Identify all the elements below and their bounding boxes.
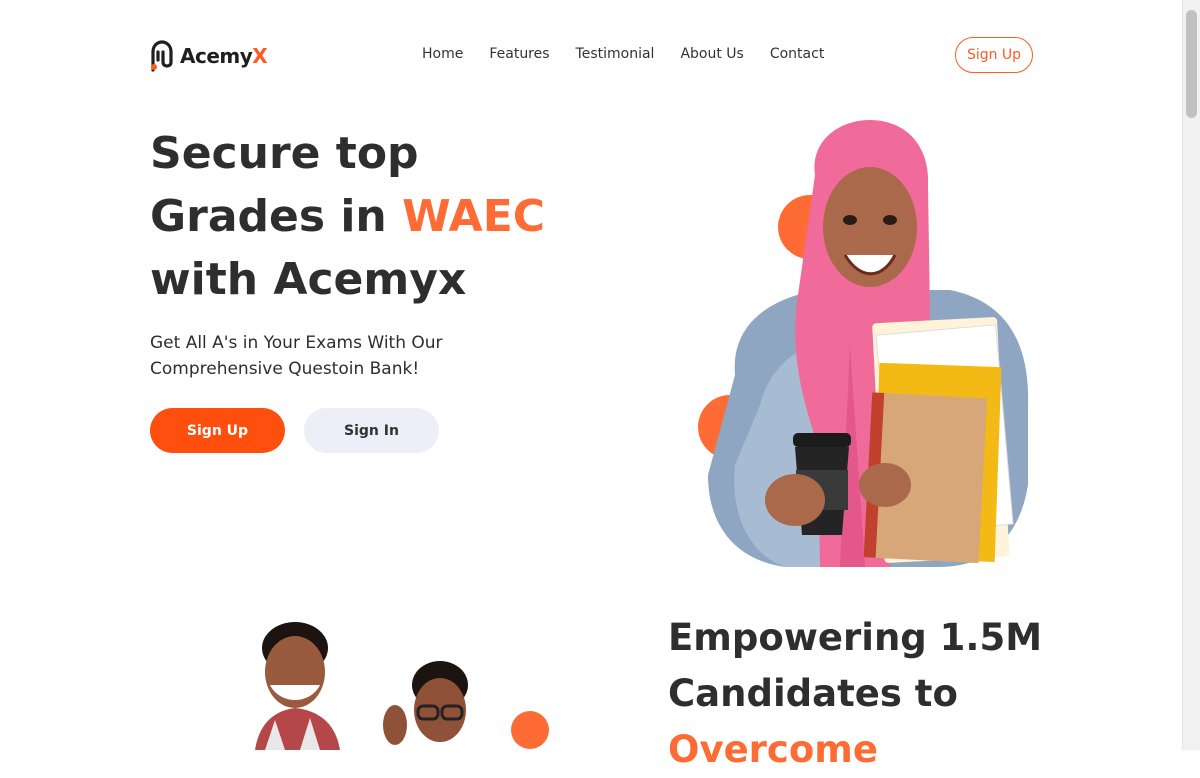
brand-logo[interactable]: AcemyX — [150, 40, 268, 72]
page-scrollbar[interactable] — [1182, 0, 1200, 750]
nav-about-us[interactable]: About Us — [680, 46, 743, 62]
scrollbar-thumb[interactable] — [1186, 10, 1197, 118]
header-signup-button[interactable]: Sign Up — [955, 37, 1033, 73]
brand-name: AcemyX — [180, 44, 268, 68]
nav-home[interactable]: Home — [422, 46, 463, 62]
nav-features[interactable]: Features — [489, 46, 549, 62]
section-title: Empowering 1.5M Candidates to Overcome — [668, 616, 1043, 771]
nav-testimonial[interactable]: Testimonial — [576, 46, 655, 62]
student-with-books-image — [698, 120, 1029, 567]
site-header: AcemyX Home Features Testimonial About U… — [0, 0, 1183, 112]
acemyx-logo-icon — [151, 40, 173, 72]
students-image — [255, 622, 549, 750]
nav-contact[interactable]: Contact — [770, 46, 824, 62]
hero-subtitle: Get All A's in Your Exams With Our Compr… — [150, 333, 443, 379]
hero-title: Secure top Grades in WAEC with Acemyx — [150, 128, 546, 305]
main-nav: Home Features Testimonial About Us Conta… — [422, 46, 824, 62]
hero-signin-button[interactable]: Sign In — [304, 408, 439, 453]
hero-signup-button[interactable]: Sign Up — [150, 408, 285, 453]
